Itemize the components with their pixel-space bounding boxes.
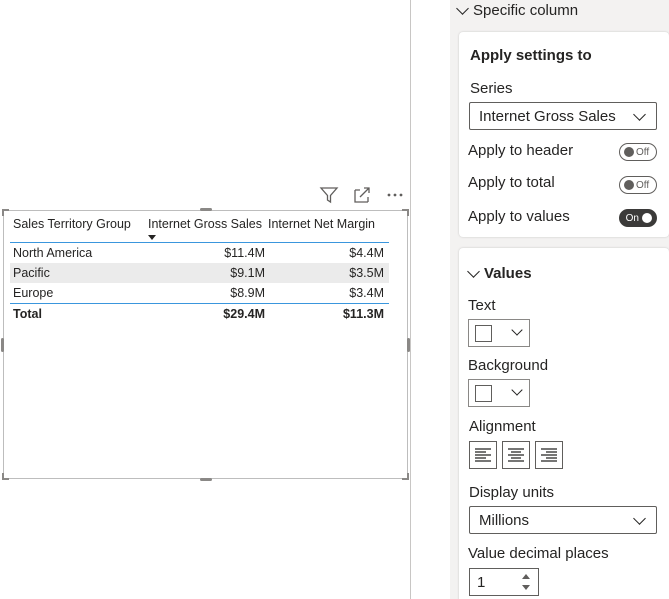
display-units-value: Millions xyxy=(479,511,530,529)
apply-settings-title: Apply settings to xyxy=(470,47,592,64)
resize-handle-top-right[interactable] xyxy=(402,209,409,216)
chevron-down-icon xyxy=(511,324,523,336)
table-header-row: Sales Territory Group Internet Gross Sal… xyxy=(10,215,389,243)
apply-to-total-toggle[interactable]: Off xyxy=(619,176,657,194)
sort-descending-icon xyxy=(148,235,156,240)
table-cell: $4.4M xyxy=(349,246,384,260)
values-card: Values Text Background Alignment Display… xyxy=(459,248,669,599)
table-total-row: Total $29.4M $11.3M xyxy=(10,303,389,323)
spin-up-icon[interactable] xyxy=(522,574,530,579)
align-left-icon xyxy=(475,448,491,462)
align-center-button[interactable] xyxy=(502,441,530,469)
report-canvas: Sales Territory Group Internet Gross Sal… xyxy=(0,0,411,599)
table-cell: North America xyxy=(13,246,93,260)
data-table: Sales Territory Group Internet Gross Sal… xyxy=(10,215,389,323)
chevron-down-icon xyxy=(467,264,480,278)
align-center-icon xyxy=(508,448,524,462)
section-title: Specific column xyxy=(473,2,579,19)
table-row: Pacific $9.1M $3.5M xyxy=(10,263,389,283)
text-color-label: Text xyxy=(468,297,496,314)
alignment-label: Alignment xyxy=(469,418,536,435)
series-dropdown-value: Internet Gross Sales xyxy=(479,107,616,125)
apply-to-values-label: Apply to values xyxy=(468,208,570,225)
resize-handle-top[interactable] xyxy=(200,208,212,211)
total-cell: $11.3M xyxy=(342,306,384,321)
color-swatch xyxy=(475,385,492,402)
toggle-state: On xyxy=(625,212,639,224)
total-label: Total xyxy=(13,306,42,321)
apply-to-total-label: Apply to total xyxy=(468,174,555,191)
format-pane: Specific column Apply settings to Series… xyxy=(450,0,669,599)
decimal-places-label: Value decimal places xyxy=(468,545,609,562)
pane-divider[interactable] xyxy=(410,0,411,599)
resize-handle-bottom-left[interactable] xyxy=(2,473,9,480)
more-options-icon[interactable] xyxy=(384,185,406,205)
table-cell: Pacific xyxy=(13,266,50,280)
specific-column-card: Apply settings to Series Internet Gross … xyxy=(459,32,669,237)
display-units-label: Display units xyxy=(469,484,555,501)
resize-handle-top-left[interactable] xyxy=(2,209,9,216)
total-cell: $29.4M xyxy=(223,306,265,321)
table-visual[interactable]: Sales Territory Group Internet Gross Sal… xyxy=(1,208,410,481)
apply-to-values-toggle[interactable]: On xyxy=(619,209,657,227)
color-swatch xyxy=(475,325,492,342)
specific-column-section-header[interactable]: Specific column xyxy=(456,1,579,19)
chevron-down-icon xyxy=(633,512,646,525)
table-cell: $9.1M xyxy=(230,266,265,280)
toggle-knob xyxy=(624,147,634,157)
table-row: Europe $8.9M $3.4M xyxy=(10,283,389,303)
chevron-down-icon xyxy=(633,108,646,121)
table-cell: $8.9M xyxy=(230,286,265,300)
resize-handle-bottom-right[interactable] xyxy=(402,473,409,480)
apply-to-header-label: Apply to header xyxy=(468,142,574,159)
display-units-dropdown[interactable]: Millions xyxy=(469,506,657,534)
toggle-state: Off xyxy=(636,179,650,191)
values-section-header[interactable]: Values xyxy=(467,264,532,282)
text-color-picker[interactable] xyxy=(468,319,530,347)
table-cell: $3.5M xyxy=(349,266,384,280)
table-cell: Europe xyxy=(13,286,54,300)
apply-to-header-toggle[interactable]: Off xyxy=(619,143,657,161)
background-color-picker[interactable] xyxy=(468,379,530,407)
column-header-internet-gross-sales[interactable]: Internet Gross Sales xyxy=(146,217,265,231)
align-right-icon xyxy=(541,448,557,462)
resize-handle-left[interactable] xyxy=(1,338,4,352)
table-cell: $3.4M xyxy=(349,286,384,300)
spin-down-icon[interactable] xyxy=(522,585,530,590)
background-color-label: Background xyxy=(468,357,549,374)
toggle-state: Off xyxy=(636,146,650,158)
align-left-button[interactable] xyxy=(469,441,497,469)
resize-handle-bottom[interactable] xyxy=(200,478,212,481)
toggle-knob xyxy=(642,213,652,223)
filter-icon[interactable] xyxy=(318,185,340,205)
table-row: North America $11.4M $4.4M xyxy=(10,243,389,263)
toggle-knob xyxy=(624,180,634,190)
series-label: Series xyxy=(470,80,513,97)
table-cell: $11.4M xyxy=(224,246,265,260)
section-title: Values xyxy=(484,265,532,282)
column-header-sales-territory-group[interactable]: Sales Territory Group xyxy=(10,217,146,231)
chevron-down-icon xyxy=(511,384,523,396)
align-right-button[interactable] xyxy=(535,441,563,469)
focus-mode-icon[interactable] xyxy=(351,185,373,205)
decimal-places-input[interactable]: 1 xyxy=(469,568,539,596)
column-header-internet-net-margin[interactable]: Internet Net Margin xyxy=(265,217,389,231)
chevron-down-icon xyxy=(456,1,469,15)
decimal-places-value: 1 xyxy=(477,573,486,591)
series-dropdown[interactable]: Internet Gross Sales xyxy=(469,102,657,130)
